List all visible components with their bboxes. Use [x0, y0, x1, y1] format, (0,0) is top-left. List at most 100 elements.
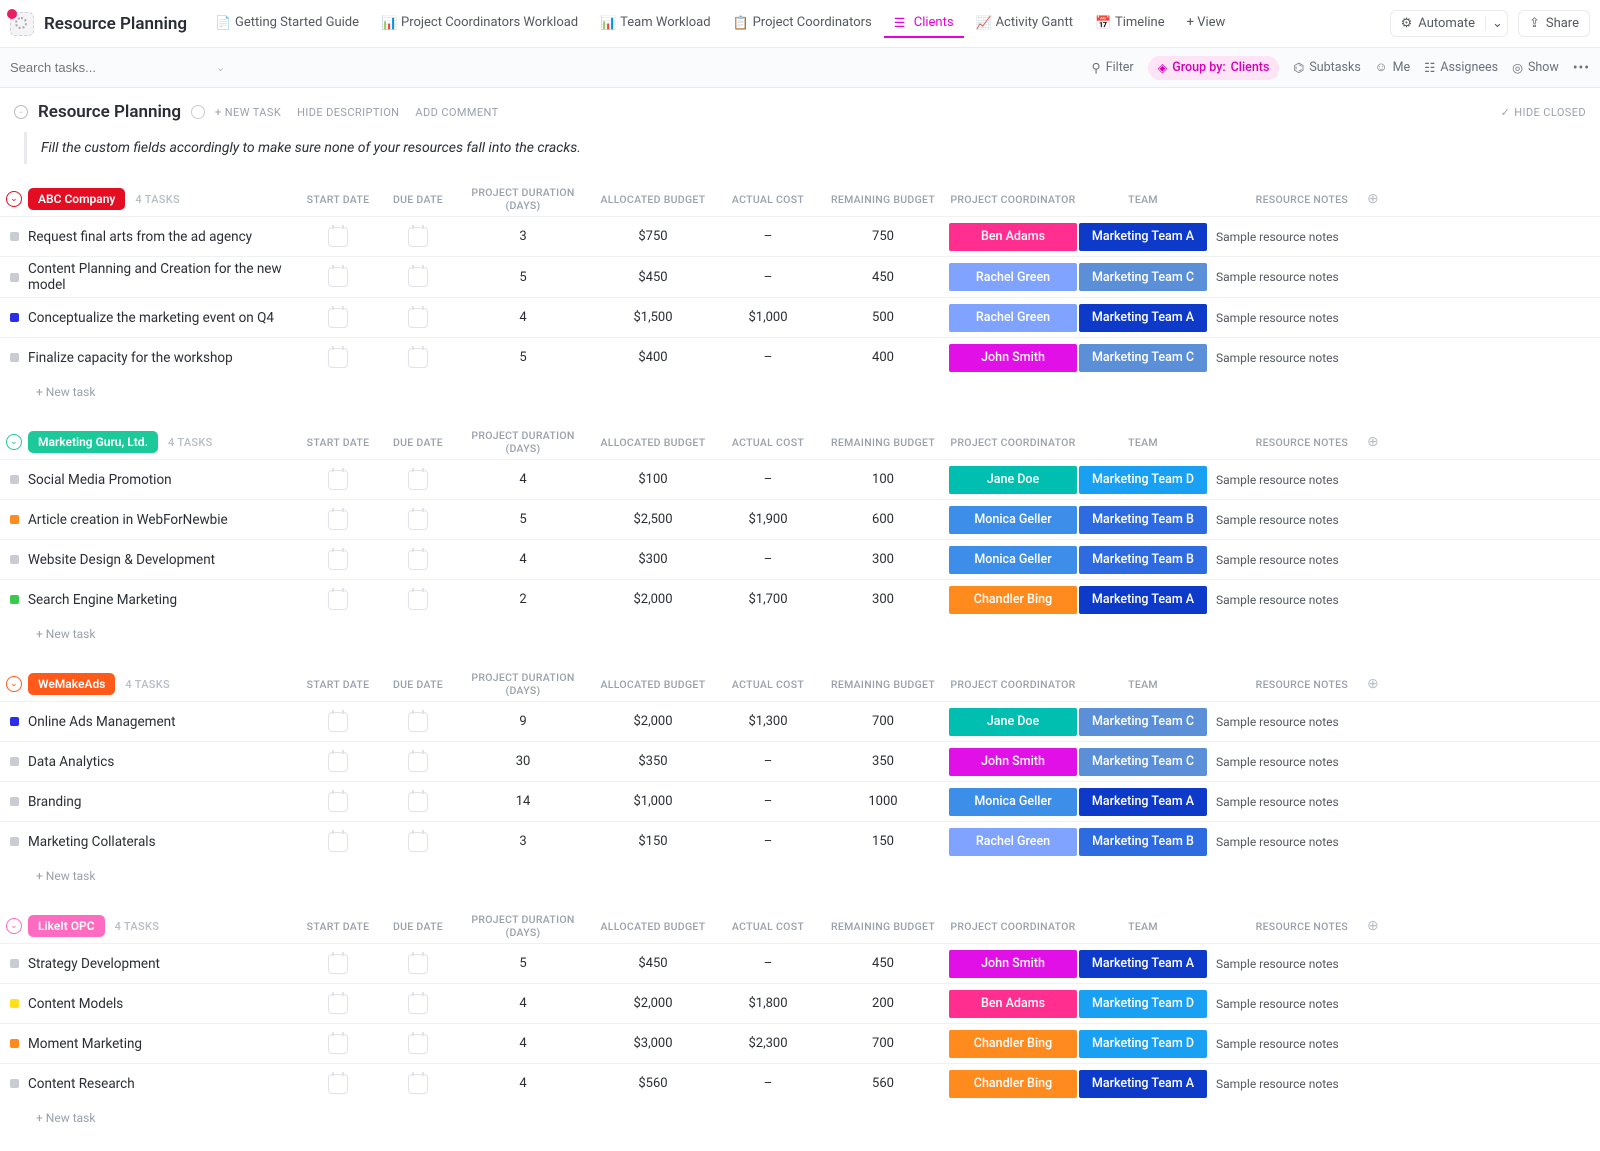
tab-project-coordinators-workload[interactable]: 📊Project Coordinators Workload [371, 9, 588, 38]
column-header[interactable]: DUE DATE [378, 678, 458, 691]
new-task-row-button[interactable]: + New task [0, 861, 1600, 891]
cell-actual[interactable]: $1,700 [718, 592, 818, 607]
calendar-icon[interactable] [408, 792, 428, 812]
team-chip[interactable]: Marketing Team C [1079, 748, 1207, 776]
column-header[interactable]: START DATE [298, 193, 378, 206]
cell-budget[interactable]: $3,000 [588, 1036, 718, 1051]
cell-remaining[interactable]: 1000 [818, 794, 948, 809]
cell-remaining[interactable]: 200 [818, 996, 948, 1011]
coordinator-chip[interactable]: Chandler Bing [949, 586, 1077, 614]
column-header[interactable]: REMAINING BUDGET [818, 193, 948, 206]
coordinator-chip[interactable]: John Smith [949, 748, 1077, 776]
calendar-icon[interactable] [328, 348, 348, 368]
notes-cell[interactable]: Sample resource notes [1208, 473, 1358, 487]
task-status-bullet[interactable] [10, 232, 19, 241]
cell-duration[interactable]: 4 [458, 1076, 588, 1091]
column-header[interactable]: ALLOCATED BUDGET [588, 678, 718, 691]
add-column-button[interactable]: ⊕ [1358, 191, 1388, 207]
coordinator-chip[interactable]: Monica Geller [949, 546, 1077, 574]
calendar-icon[interactable] [408, 308, 428, 328]
column-header[interactable]: PROJECT DURATION (DAYS) [458, 429, 588, 455]
tab-team-workload[interactable]: 📊Team Workload [590, 9, 720, 38]
calendar-icon[interactable] [328, 510, 348, 530]
group-name-pill[interactable]: ABC Company [28, 188, 125, 210]
tab-activity-gantt[interactable]: 📈Activity Gantt [966, 9, 1083, 38]
new-task-button[interactable]: + NEW TASK [215, 106, 281, 119]
column-header[interactable]: TEAM [1078, 436, 1208, 449]
column-header[interactable]: TEAM [1078, 920, 1208, 933]
coordinator-chip[interactable]: Rachel Green [949, 263, 1077, 291]
cell-remaining[interactable]: 600 [818, 512, 948, 527]
calendar-icon[interactable] [408, 590, 428, 610]
new-task-row-button[interactable]: + New task [0, 1103, 1600, 1133]
column-header[interactable]: DUE DATE [378, 436, 458, 449]
calendar-icon[interactable] [408, 994, 428, 1014]
column-header[interactable]: RESOURCE NOTES [1208, 193, 1358, 206]
calendar-icon[interactable] [328, 1074, 348, 1094]
show-button[interactable]: ◎Show [1512, 60, 1559, 76]
search-wrap[interactable]: ⌄ [10, 60, 1092, 75]
calendar-icon[interactable] [328, 308, 348, 328]
add-column-button[interactable]: ⊕ [1358, 676, 1388, 692]
cell-budget[interactable]: $1,000 [588, 794, 718, 809]
cell-duration[interactable]: 4 [458, 310, 588, 325]
column-header[interactable]: DUE DATE [378, 193, 458, 206]
column-header[interactable]: RESOURCE NOTES [1208, 678, 1358, 691]
column-header[interactable]: PROJECT COORDINATOR [948, 436, 1078, 449]
cell-duration[interactable]: 30 [458, 754, 588, 769]
cell-duration[interactable]: 5 [458, 270, 588, 285]
team-chip[interactable]: Marketing Team C [1079, 708, 1207, 736]
coordinator-chip[interactable]: Ben Adams [949, 990, 1077, 1018]
column-header[interactable]: PROJECT COORDINATOR [948, 920, 1078, 933]
notes-cell[interactable]: Sample resource notes [1208, 835, 1358, 849]
task-status-bullet[interactable] [10, 555, 19, 564]
filter-button[interactable]: ⚲Filter [1092, 60, 1134, 76]
notes-cell[interactable]: Sample resource notes [1208, 1037, 1358, 1051]
column-header[interactable]: ACTUAL COST [718, 920, 818, 933]
coordinator-chip[interactable]: Jane Doe [949, 708, 1077, 736]
cell-budget[interactable]: $2,000 [588, 592, 718, 607]
team-chip[interactable]: Marketing Team C [1079, 344, 1207, 372]
cell-actual[interactable]: – [718, 350, 818, 365]
chevron-down-icon[interactable]: ⌄ [216, 61, 225, 74]
coordinator-chip[interactable]: John Smith [949, 950, 1077, 978]
task-status-bullet[interactable] [10, 595, 19, 604]
group-toggle[interactable]: ⌄ [0, 918, 28, 934]
team-chip[interactable]: Marketing Team A [1079, 304, 1207, 332]
column-header[interactable]: TEAM [1078, 678, 1208, 691]
cell-remaining[interactable]: 500 [818, 310, 948, 325]
team-chip[interactable]: Marketing Team B [1079, 828, 1207, 856]
cell-actual[interactable]: – [718, 229, 818, 244]
cell-budget[interactable]: $2,000 [588, 714, 718, 729]
calendar-icon[interactable] [328, 792, 348, 812]
calendar-icon[interactable] [328, 267, 348, 287]
notes-cell[interactable]: Sample resource notes [1208, 553, 1358, 567]
add-comment-button[interactable]: ADD COMMENT [415, 106, 498, 119]
calendar-icon[interactable] [328, 832, 348, 852]
calendar-icon[interactable] [408, 752, 428, 772]
cell-budget[interactable]: $2,500 [588, 512, 718, 527]
notes-cell[interactable]: Sample resource notes [1208, 1077, 1358, 1091]
calendar-icon[interactable] [408, 227, 428, 247]
cell-actual[interactable]: $1,800 [718, 996, 818, 1011]
column-header[interactable]: PROJECT COORDINATOR [948, 678, 1078, 691]
cell-duration[interactable]: 5 [458, 956, 588, 971]
team-chip[interactable]: Marketing Team B [1079, 506, 1207, 534]
column-header[interactable]: RESOURCE NOTES [1208, 436, 1358, 449]
tab-timeline[interactable]: 📅Timeline [1085, 9, 1175, 38]
more-menu[interactable]: ••• [1573, 60, 1590, 76]
calendar-icon[interactable] [408, 1034, 428, 1054]
group-toggle[interactable]: ⌄ [0, 191, 28, 207]
calendar-icon[interactable] [328, 227, 348, 247]
task-name[interactable]: Content Planning and Creation for the ne… [28, 261, 298, 293]
column-header[interactable]: PROJECT COORDINATOR [948, 193, 1078, 206]
task-status-bullet[interactable] [10, 797, 19, 806]
column-header[interactable]: DUE DATE [378, 920, 458, 933]
task-name[interactable]: Website Design & Development [28, 552, 298, 568]
task-name[interactable]: Request final arts from the ad agency [28, 229, 298, 245]
subtasks-button[interactable]: ⌬Subtasks [1293, 60, 1360, 76]
cell-actual[interactable]: – [718, 754, 818, 769]
coordinator-chip[interactable]: Rachel Green [949, 304, 1077, 332]
share-button[interactable]: ⇪ Share [1518, 10, 1590, 37]
tab-clients[interactable]: ☰Clients [884, 9, 964, 38]
